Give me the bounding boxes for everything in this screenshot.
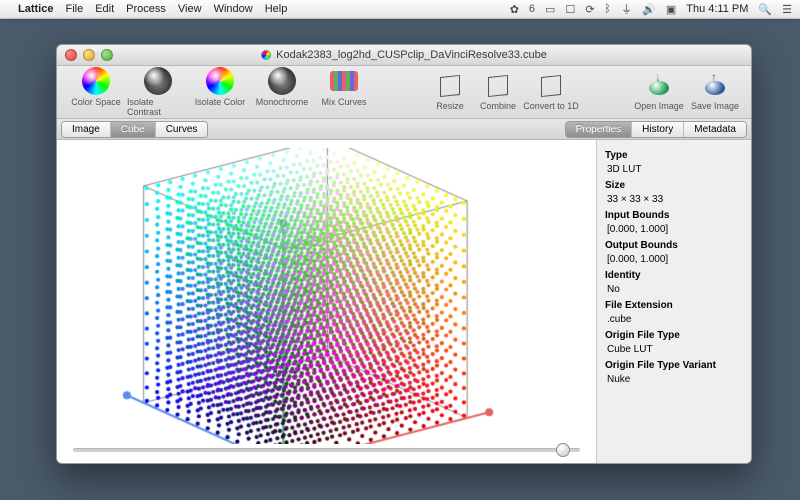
- prop-origin-variant-label: Origin File Type Variant: [605, 359, 743, 373]
- prop-type-value: 3D LUT: [607, 163, 743, 177]
- cube-viewport[interactable]: [57, 140, 597, 464]
- tab-curves[interactable]: Curves: [156, 122, 208, 137]
- isolate-color-icon: [206, 67, 234, 95]
- toolbar-isolate-contrast[interactable]: Isolate Contrast: [127, 67, 189, 117]
- prop-file-ext-value: .cube: [607, 313, 743, 327]
- slider-track: [73, 448, 580, 452]
- menu-help[interactable]: Help: [265, 3, 288, 15]
- toolbar-open-image[interactable]: Open Image: [631, 73, 687, 111]
- menu-edit[interactable]: Edit: [95, 3, 114, 15]
- mix-curves-icon: [330, 71, 358, 91]
- app-name[interactable]: Lattice: [18, 3, 53, 15]
- open-image-icon: [645, 73, 673, 97]
- menu-view[interactable]: View: [178, 3, 202, 15]
- rotation-slider[interactable]: [73, 442, 580, 456]
- window-title: Kodak2383_log2hd_CUSPclip_DaVinciResolve…: [276, 49, 547, 61]
- prop-identity-label: Identity: [605, 269, 743, 283]
- toolbar-mix-curves[interactable]: Mix Curves: [313, 67, 375, 117]
- save-image-icon: [701, 73, 729, 97]
- monochrome-icon: [268, 67, 296, 95]
- resize-icon: [437, 73, 463, 99]
- status-bluetooth-icon[interactable]: ᛒ: [605, 3, 612, 15]
- status-battery-icon[interactable]: ▣: [666, 3, 676, 16]
- isolate-contrast-icon: [144, 67, 172, 95]
- menu-window[interactable]: Window: [214, 3, 253, 15]
- prop-type-label: Type: [605, 149, 743, 163]
- toolbar-combine[interactable]: Combine: [474, 73, 522, 111]
- prop-origin-variant-value: Nuke: [607, 373, 743, 387]
- status-number[interactable]: 6: [529, 3, 535, 15]
- app-window: Kodak2383_log2hd_CUSPclip_DaVinciResolve…: [56, 44, 752, 464]
- tab-metadata[interactable]: Metadata: [684, 122, 746, 137]
- window-titlebar[interactable]: Kodak2383_log2hd_CUSPclip_DaVinciResolve…: [57, 45, 751, 66]
- toolbar-save-image[interactable]: Save Image: [687, 73, 743, 111]
- toolbar-resize[interactable]: Resize: [426, 73, 474, 111]
- macos-menubar: Lattice File Edit Process View Window He…: [0, 0, 800, 19]
- tab-history[interactable]: History: [632, 122, 684, 137]
- convert-1d-icon: [538, 73, 564, 99]
- toolbar-convert-1d[interactable]: Convert to 1D: [522, 73, 580, 111]
- status-gear-icon[interactable]: ✿: [510, 3, 519, 16]
- properties-panel: Type 3D LUT Size 33 × 33 × 33 Input Boun…: [597, 140, 751, 464]
- spotlight-icon[interactable]: 🔍: [758, 3, 772, 16]
- document-proxy-icon[interactable]: [261, 50, 271, 60]
- tab-bar: Image Cube Curves Properties History Met…: [57, 119, 751, 140]
- prop-identity-value: No: [607, 283, 743, 297]
- status-sync-icon[interactable]: ⟳: [585, 3, 594, 16]
- status-dropbox-icon[interactable]: ☐: [565, 3, 575, 16]
- status-display-icon[interactable]: ▭: [545, 3, 555, 16]
- toolbar-monochrome[interactable]: Monochrome: [251, 67, 313, 117]
- prop-origin-type-value: Cube LUT: [607, 343, 743, 357]
- tab-image[interactable]: Image: [62, 122, 111, 137]
- toolbar-color-space[interactable]: Color Space: [65, 67, 127, 117]
- menu-process[interactable]: Process: [126, 3, 166, 15]
- prop-output-bounds-label: Output Bounds: [605, 239, 743, 253]
- tab-cube[interactable]: Cube: [111, 122, 156, 137]
- prop-output-bounds-value: [0.000, 1.000]: [607, 253, 743, 267]
- prop-input-bounds-label: Input Bounds: [605, 209, 743, 223]
- prop-file-ext-label: File Extension: [605, 299, 743, 313]
- menu-file[interactable]: File: [65, 3, 83, 15]
- notification-center-icon[interactable]: ☰: [782, 3, 792, 16]
- toolbar-isolate-color[interactable]: Isolate Color: [189, 67, 251, 117]
- color-space-icon: [82, 67, 110, 95]
- view-tabs: Image Cube Curves: [61, 121, 208, 138]
- lut-cube-canvas[interactable]: [57, 148, 597, 444]
- prop-origin-type-label: Origin File Type: [605, 329, 743, 343]
- menubar-clock[interactable]: Thu 4:11 PM: [686, 3, 748, 15]
- status-wifi-icon[interactable]: ⏚: [621, 1, 632, 17]
- prop-size-label: Size: [605, 179, 743, 193]
- prop-input-bounds-value: [0.000, 1.000]: [607, 223, 743, 237]
- slider-thumb[interactable]: [556, 443, 570, 457]
- tab-properties[interactable]: Properties: [566, 122, 633, 137]
- combine-icon: [485, 73, 511, 99]
- status-volume-icon[interactable]: 🔊: [642, 3, 656, 16]
- inspector-tabs: Properties History Metadata: [565, 121, 747, 138]
- toolbar: Color Space Isolate Contrast Isolate Col…: [57, 66, 751, 119]
- prop-size-value: 33 × 33 × 33: [607, 193, 743, 207]
